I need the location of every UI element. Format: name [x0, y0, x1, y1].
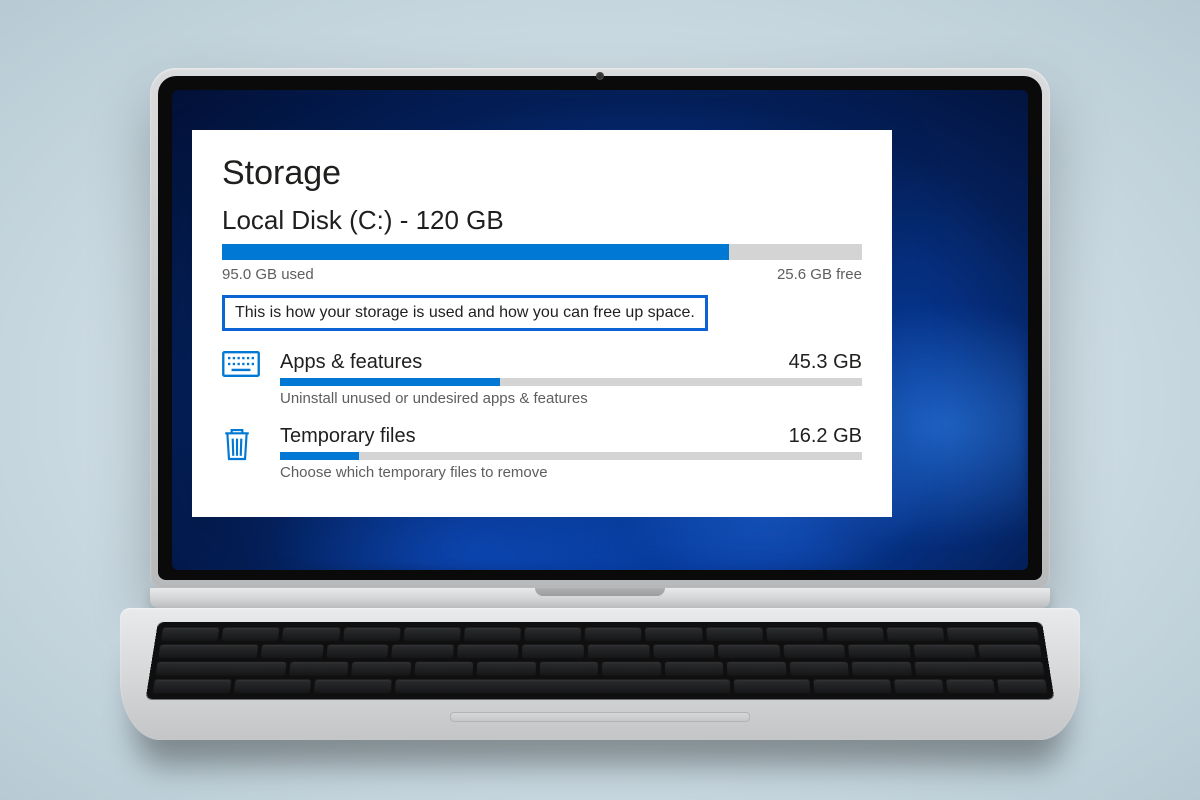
category-name: Apps & features: [280, 351, 773, 374]
category-usage-fill: [280, 378, 500, 386]
storage-category-list: Apps & features 45.3 GB Uninstall unused o…: [222, 351, 862, 481]
keyboard-icon: [222, 351, 260, 377]
laptop-mockup: Storage Local Disk (C:) - 120 GB 95.0 GB…: [150, 68, 1050, 740]
storage-used-label: 95.0 GB used: [222, 266, 314, 283]
laptop-deck: [120, 608, 1080, 740]
laptop-lid: Storage Local Disk (C:) - 120 GB 95.0 GB…: [150, 68, 1050, 588]
storage-category[interactable]: Apps & features 45.3 GB Uninstall unused o…: [222, 351, 862, 407]
trash-icon: [222, 425, 252, 463]
category-size: 45.3 GB: [789, 351, 862, 374]
page-title: Storage: [222, 154, 862, 193]
category-hint: Uninstall unused or undesired apps & fea…: [280, 390, 862, 407]
storage-usage-fill: [222, 244, 729, 260]
category-hint: Choose which temporary files to remove: [280, 464, 862, 481]
laptop-hinge: [150, 588, 1050, 608]
webcam: [596, 72, 604, 80]
keyboard-icon: [222, 351, 264, 382]
storage-description: This is how your storage is used and how…: [235, 304, 695, 321]
disk-label: Local Disk (C:) - 120 GB: [222, 205, 862, 236]
storage-usage-legend: 95.0 GB used 25.6 GB free: [222, 266, 862, 283]
trash-icon: [222, 425, 264, 468]
laptop-bezel: Storage Local Disk (C:) - 120 GB 95.0 GB…: [158, 76, 1042, 580]
storage-free-label: 25.6 GB free: [777, 266, 862, 283]
laptop-screen: Storage Local Disk (C:) - 120 GB 95.0 GB…: [172, 90, 1028, 570]
laptop-trackpad: [450, 712, 750, 722]
category-usage-bar: [280, 378, 862, 386]
storage-description-highlight: This is how your storage is used and how…: [222, 295, 708, 331]
storage-category[interactable]: Temporary files 16.2 GB Choose which tempo…: [222, 425, 862, 481]
laptop-keyboard: [146, 622, 1055, 699]
category-size: 16.2 GB: [789, 425, 862, 448]
category-usage-bar: [280, 452, 862, 460]
storage-panel: Storage Local Disk (C:) - 120 GB 95.0 GB…: [192, 130, 892, 517]
category-usage-fill: [280, 452, 359, 460]
category-name: Temporary files: [280, 425, 773, 448]
storage-usage-bar: [222, 244, 862, 260]
